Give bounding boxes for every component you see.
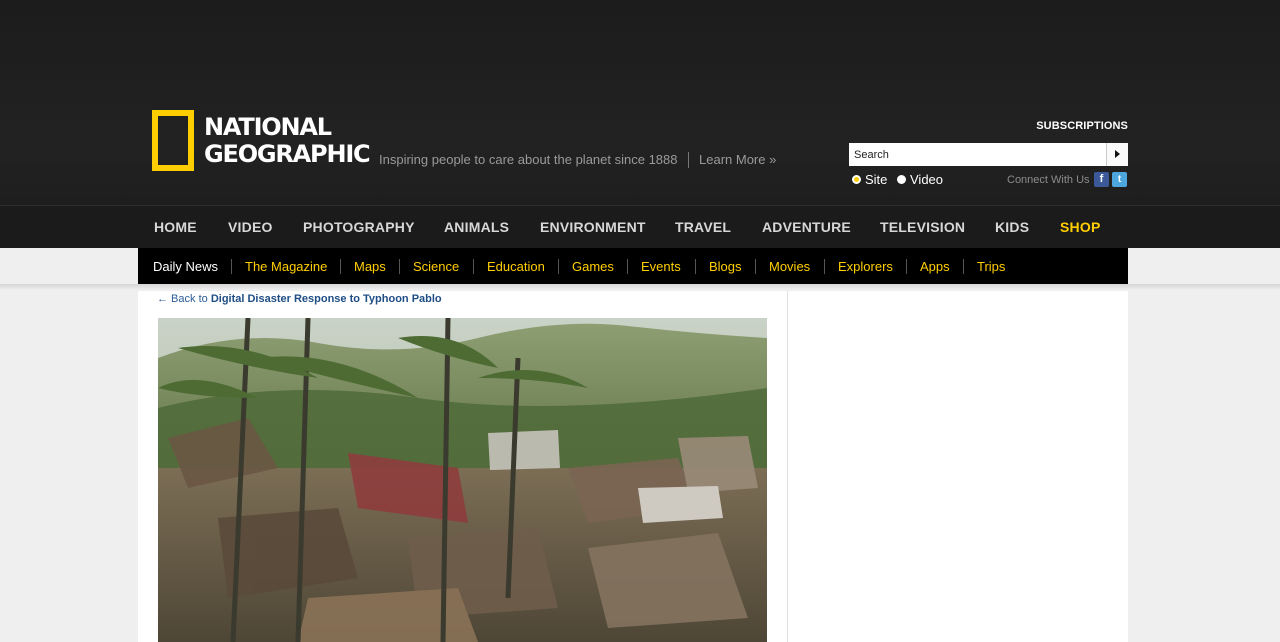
nav-television[interactable]: TELEVISION — [880, 219, 965, 235]
back-prefix: ← Back to — [157, 293, 208, 305]
subnav-divider — [473, 259, 474, 274]
back-link[interactable]: ← Back to Digital Disaster Response to T… — [157, 293, 442, 305]
subnav-divider — [963, 259, 964, 274]
nav-photography[interactable]: PHOTOGRAPHY — [303, 219, 415, 235]
radio-selected-icon — [852, 175, 861, 184]
logo-line-2: GEOGRAPHIC — [204, 140, 371, 168]
tagline: Inspiring people to care about the plane… — [379, 152, 678, 167]
logo-line-1: NATIONAL — [204, 113, 332, 141]
subnav-events[interactable]: Events — [641, 259, 681, 274]
subnav-divider — [558, 259, 559, 274]
nav-home[interactable]: HOME — [154, 219, 197, 235]
facebook-icon[interactable]: f — [1094, 172, 1109, 187]
search-input[interactable] — [849, 143, 1105, 166]
subscriptions-link[interactable]: SUBSCRIPTIONS — [1036, 120, 1128, 132]
nav-shop[interactable]: SHOP — [1060, 219, 1100, 235]
header-shadow — [0, 284, 1280, 290]
site-header: NATIONAL GEOGRAPHIC Inspiring people to … — [0, 0, 1280, 205]
nav-animals[interactable]: ANIMALS — [444, 219, 509, 235]
subnav-daily-news[interactable]: Daily News — [153, 259, 218, 274]
subnav-apps[interactable]: Apps — [920, 259, 950, 274]
sidebar — [788, 291, 1128, 642]
subnav-games[interactable]: Games — [572, 259, 614, 274]
connect-with-us-label: Connect With Us — [1007, 174, 1090, 186]
subnav-divider — [399, 259, 400, 274]
back-link-title: Digital Disaster Response to Typhoon Pab… — [210, 293, 442, 305]
subnav-divider — [824, 259, 825, 274]
subnav-divider — [627, 259, 628, 274]
yellow-border-logo-icon — [152, 110, 194, 171]
subnav-maps[interactable]: Maps — [354, 259, 386, 274]
nav-adventure[interactable]: ADVENTURE — [762, 219, 851, 235]
primary-nav: HOME VIDEO PHOTOGRAPHY ANIMALS ENVIRONME… — [0, 205, 1280, 248]
play-arrow-icon — [1115, 150, 1120, 158]
search-option-site-label: Site — [865, 172, 888, 187]
twitter-icon[interactable]: t — [1112, 172, 1127, 187]
learn-more-link[interactable]: Learn More » — [699, 152, 776, 167]
tagline-divider — [688, 152, 689, 168]
subnav-divider — [906, 259, 907, 274]
typhoon-damage-photo — [158, 318, 767, 642]
search-option-video-label: Video — [910, 172, 944, 187]
subnav-explorers[interactable]: Explorers — [838, 259, 893, 274]
nav-travel[interactable]: TRAVEL — [675, 219, 731, 235]
radio-unselected-icon — [897, 175, 906, 184]
subnav-divider — [231, 259, 232, 274]
search-option-video[interactable]: Video — [897, 172, 943, 187]
photo-illustration — [158, 318, 767, 642]
subnav-divider — [755, 259, 756, 274]
subnav-science[interactable]: Science — [413, 259, 459, 274]
subnav-trips[interactable]: Trips — [977, 259, 1005, 274]
subnav-blogs[interactable]: Blogs — [709, 259, 742, 274]
nav-kids[interactable]: KIDS — [995, 219, 1029, 235]
nav-video[interactable]: VIDEO — [228, 219, 273, 235]
subnav-movies[interactable]: Movies — [769, 259, 810, 274]
subnav-the-magazine[interactable]: The Magazine — [245, 259, 327, 274]
search-box — [849, 143, 1128, 166]
nav-environment[interactable]: ENVIRONMENT — [540, 219, 646, 235]
natgeo-logo[interactable]: NATIONAL GEOGRAPHIC — [152, 110, 371, 172]
search-submit-button[interactable] — [1106, 143, 1128, 166]
page: NATIONAL GEOGRAPHIC Inspiring people to … — [0, 0, 1280, 642]
subnav-divider — [340, 259, 341, 274]
secondary-nav: Daily News The Magazine Maps Science Edu… — [138, 248, 1128, 284]
subnav-education[interactable]: Education — [487, 259, 545, 274]
subnav-divider — [695, 259, 696, 274]
search-option-site[interactable]: Site — [852, 172, 887, 187]
